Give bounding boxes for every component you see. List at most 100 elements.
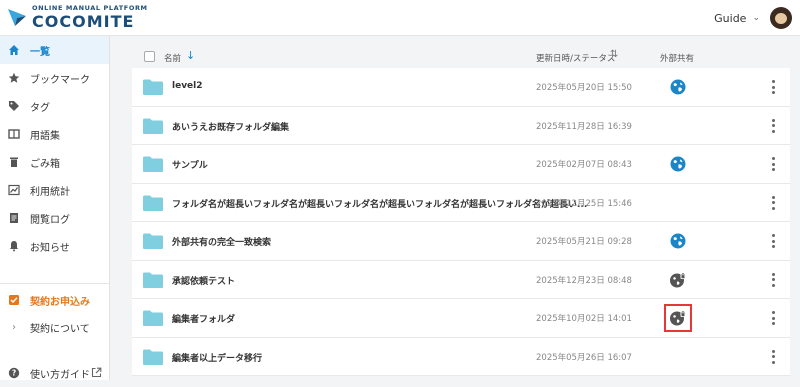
home-icon [8, 44, 20, 56]
more-options-icon[interactable] [772, 349, 776, 364]
more-options-icon[interactable] [772, 80, 776, 94]
sidebar-item-notice[interactable]: お知らせ [0, 232, 109, 260]
sidebar-item-label: 用語集 [30, 130, 60, 142]
sidebar-item-glossary[interactable]: 用語集 [0, 120, 109, 148]
logo-subtitle: ONLINE MANUAL PLATFORM [32, 4, 148, 12]
trash-icon [8, 156, 20, 168]
app-header: ONLINE MANUAL PLATFORM COCOMITE Guide ⌄ [0, 0, 800, 36]
chevron-down-icon[interactable]: ⌄ [752, 13, 760, 23]
folder-row[interactable]: level2 2025年05月20日 15:50 [132, 68, 790, 107]
globe-lock-icon[interactable] [670, 272, 686, 288]
folder-name[interactable]: あいうえお既存フォルダ編集 [172, 120, 289, 133]
sidebar-item-label: 契約について [30, 323, 90, 335]
folder-row[interactable]: 外部共有の完全一致検索 2025年05月21日 09:28 [132, 222, 790, 261]
folder-name[interactable]: 編集者フォルダ [172, 312, 235, 325]
bell-icon [8, 240, 20, 252]
logo-title: COCOMITE [32, 11, 135, 31]
chevron-right-icon: › [12, 321, 16, 333]
checkbox-icon [8, 294, 20, 306]
folder-name[interactable]: 外部共有の完全一致検索 [172, 235, 271, 248]
column-external-share: 外部共有 [660, 54, 695, 64]
folder-icon [142, 232, 164, 250]
svg-text:?: ? [12, 369, 16, 378]
folder-name[interactable]: 承認依頼テスト [172, 274, 235, 287]
updated-date: 2025年05月21日 09:28 [536, 237, 632, 247]
column-name[interactable]: 名前 [164, 52, 181, 64]
updated-date: 2025年02月07日 08:43 [536, 160, 632, 170]
sort-arrow-down-icon[interactable]: ↓ [186, 49, 195, 62]
sidebar-item-label: 一覧 [30, 46, 50, 58]
folder-row[interactable]: サンプル 2025年02月07日 08:43 [132, 145, 790, 184]
folder-icon [142, 155, 164, 173]
select-all-checkbox[interactable] [144, 51, 155, 62]
folder-row[interactable]: 承認依頼テスト 2025年12月23日 08:48 [132, 260, 790, 299]
folder-row[interactable]: 編集者フォルダ 2025年10月02日 14:01 [132, 299, 790, 338]
globe-lock-icon[interactable] [664, 304, 692, 332]
external-link-icon[interactable] [91, 367, 102, 378]
book-icon [8, 128, 20, 140]
more-options-icon[interactable] [772, 118, 776, 133]
folder-row[interactable]: フォルダ名が超長いフォルダ名が超長いフォルダ名が超長いフォルダ名が超長いフォルダ… [132, 183, 790, 222]
sidebar-item-viewlog[interactable]: 閲覧ログ [0, 204, 109, 232]
document-icon [8, 212, 20, 224]
column-updated[interactable]: 更新日時/ステータス [536, 52, 615, 64]
folder-icon [142, 194, 164, 212]
updated-date: 2025年12月25日 15:46 [536, 198, 632, 209]
globe-icon[interactable] [670, 156, 686, 172]
folder-icon [142, 117, 164, 135]
globe-icon[interactable] [670, 79, 686, 95]
sidebar-divider [0, 283, 110, 284]
sidebar-item-bookmark[interactable]: ブックマーク [0, 64, 109, 92]
updated-date: 2025年05月20日 15:50 [536, 83, 632, 93]
user-menu[interactable]: Guide ⌄ [714, 7, 792, 29]
more-options-icon[interactable] [772, 272, 776, 287]
user-name[interactable]: Guide [714, 12, 746, 25]
main-content: 名前 ↓ 更新日時/ステータス ⇅ 外部共有 level2 2025年05月20日… [110, 36, 800, 380]
folder-name[interactable]: フォルダ名が超長いフォルダ名が超長いフォルダ名が超長いフォルダ名が超長いフォルダ… [172, 197, 587, 210]
folder-icon [142, 271, 164, 289]
sidebar-item-contract-about[interactable]: › 契約について [0, 313, 110, 341]
sidebar-item-label: 使い方ガイド [30, 369, 90, 381]
sidebar-item-label: 契約お申込み [30, 296, 90, 308]
sidebar-item-trash[interactable]: ごみ箱 [0, 148, 109, 176]
folder-name[interactable]: サンプル [172, 158, 208, 171]
sidebar-item-label: タグ [30, 102, 50, 114]
updated-date: 2025年10月02日 14:01 [536, 314, 632, 324]
folder-icon [142, 309, 164, 327]
sidebar-item-guide[interactable]: ? 使い方ガイド [0, 359, 110, 387]
sidebar-item-label: 利用統計 [30, 186, 70, 198]
sidebar-item-tag[interactable]: タグ [0, 92, 109, 120]
updated-date: 2025年11月28日 16:39 [536, 121, 632, 132]
globe-icon[interactable] [670, 233, 686, 249]
sidebar-item-contract-apply[interactable]: 契約お申込み [0, 286, 110, 314]
logo[interactable]: ONLINE MANUAL PLATFORM COCOMITE [6, 5, 148, 30]
avatar[interactable] [770, 7, 792, 29]
help-icon: ? [8, 367, 20, 379]
folder-row[interactable]: 編集者以上データ移行 2025年05月26日 16:07 [132, 337, 790, 376]
sidebar-item-label: ごみ箱 [30, 158, 60, 170]
tag-icon [8, 100, 20, 112]
more-options-icon[interactable] [772, 195, 776, 210]
folder-name[interactable]: 編集者以上データ移行 [172, 351, 262, 364]
sidebar-item-stats[interactable]: 利用統計 [0, 176, 109, 204]
more-options-icon[interactable] [772, 157, 776, 171]
folder-list: level2 2025年05月20日 15:50 あいうえお既存フォルダ編集 2025… [132, 68, 790, 376]
folder-name[interactable]: level2 [172, 81, 203, 91]
logo-mark-icon [8, 9, 26, 27]
sort-toggle-icon[interactable]: ⇅ [610, 49, 618, 60]
table-header: 名前 ↓ 更新日時/ステータス ⇅ 外部共有 [132, 48, 790, 68]
more-options-icon[interactable] [772, 311, 776, 325]
sidebar-item-label: ブックマーク [30, 74, 90, 86]
updated-date: 2025年05月26日 16:07 [536, 352, 632, 363]
folder-row[interactable]: あいうえお既存フォルダ編集 2025年11月28日 16:39 [132, 106, 790, 145]
sidebar-item-label: 閲覧ログ [30, 214, 70, 226]
sidebar: 一覧 ブックマーク タグ 用語集 ごみ箱 利用統計 閲覧ログ お知らせ 契約お申… [0, 36, 110, 381]
sidebar-item-list[interactable]: 一覧 [0, 36, 109, 64]
folder-icon [142, 348, 164, 366]
updated-date: 2025年12月23日 08:48 [536, 275, 632, 286]
star-icon [8, 72, 20, 84]
folder-icon [142, 78, 164, 96]
sidebar-item-label: お知らせ [30, 242, 70, 254]
more-options-icon[interactable] [772, 234, 776, 248]
chart-icon [8, 184, 20, 196]
